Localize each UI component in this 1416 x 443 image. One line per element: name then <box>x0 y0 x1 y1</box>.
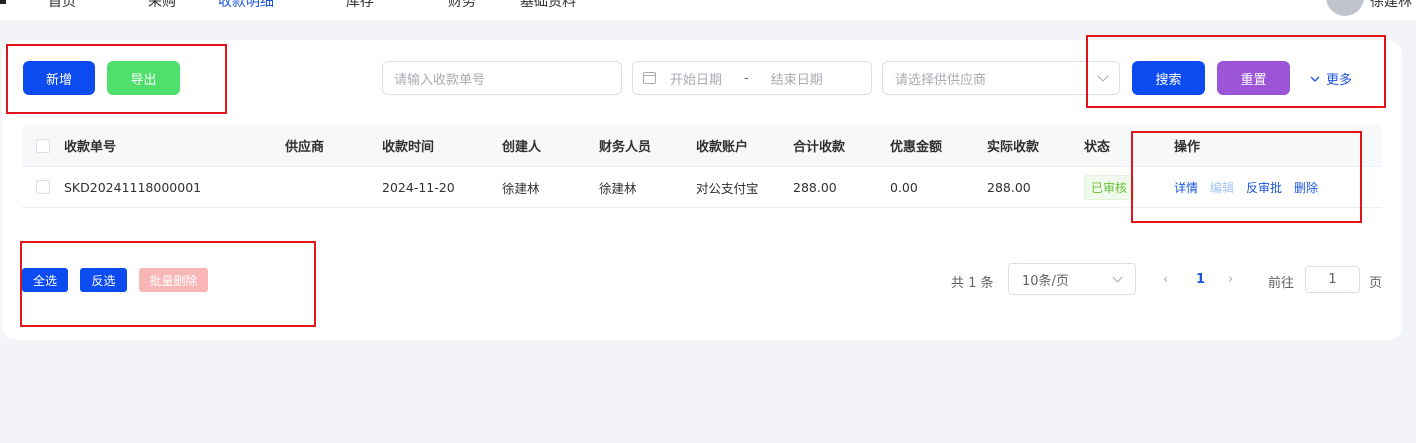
end-date-placeholder[interactable]: 结束日期 <box>771 69 823 88</box>
batch-delete-button[interactable]: 批量删除 <box>139 268 208 292</box>
date-separator: - <box>744 70 749 86</box>
col-supplier: 供应商 <box>285 140 325 155</box>
status-badge: 已审核 <box>1084 174 1135 200</box>
nav-item-basic-data[interactable]: 基础资料 <box>520 0 576 11</box>
nav-item-home[interactable]: 首页 <box>48 0 76 11</box>
search-button[interactable]: 搜索 <box>1132 61 1205 95</box>
cell-finance: 徐建林 <box>599 180 637 196</box>
pagination-total: 共 1 条 <box>951 276 994 291</box>
start-date-placeholder[interactable]: 开始日期 <box>670 69 722 88</box>
col-creator: 创建人 <box>502 140 542 155</box>
nav-item-purchase[interactable]: 采购 <box>148 0 176 11</box>
goto-label: 前往 <box>1268 276 1295 291</box>
avatar[interactable] <box>1326 0 1364 16</box>
cell-time: 2024-11-20 <box>382 179 455 195</box>
goto-unit: 页 <box>1369 276 1383 291</box>
unapprove-link[interactable]: 反审批 <box>1246 179 1282 196</box>
col-account: 收款账户 <box>696 140 749 155</box>
goto-page-input[interactable]: 1 <box>1305 266 1360 293</box>
cell-order-no: SKD20241118000001 <box>64 179 202 195</box>
nav-item-receipts[interactable]: 收款明细 <box>218 0 274 11</box>
reset-button[interactable]: 重置 <box>1217 61 1290 95</box>
col-time: 收款时间 <box>382 140 435 155</box>
chevron-down-icon <box>1112 272 1123 283</box>
page-number-current[interactable]: 1 <box>1196 272 1205 287</box>
menu-toggle-icon[interactable] <box>0 0 6 4</box>
row-actions: 详情 编辑 反审批 删除 <box>1174 167 1330 207</box>
edit-link[interactable]: 编辑 <box>1210 179 1234 196</box>
cell-account: 对公支付宝 <box>696 180 759 196</box>
row-checkbox[interactable] <box>36 180 50 194</box>
calendar-icon <box>643 72 656 84</box>
delete-link[interactable]: 删除 <box>1294 179 1318 196</box>
nav-item-inventory[interactable]: 库存 <box>346 0 374 11</box>
order-number-placeholder: 请输入收款单号 <box>394 72 486 88</box>
chevron-down-icon <box>1310 76 1320 82</box>
more-label: 更多 <box>1326 73 1353 88</box>
cell-actual: 288.00 <box>987 179 1031 195</box>
top-navigation-bar: 首页 采购 收款明细 库存 财务 基础资料 徐建林 <box>0 0 1416 20</box>
col-discount: 优惠金额 <box>890 140 943 155</box>
page-size-value: 10条/页 <box>1022 273 1069 289</box>
col-total: 合计收款 <box>793 140 846 155</box>
col-status: 状态 <box>1084 140 1111 155</box>
table-header: 收款单号 供应商 收款时间 创建人 财务人员 收款账户 合计收款 优惠金额 实际… <box>22 125 1382 167</box>
col-actions: 操作 <box>1174 140 1201 155</box>
detail-link[interactable]: 详情 <box>1174 179 1198 196</box>
more-filters-toggle[interactable]: 更多 <box>1310 69 1352 88</box>
cell-discount: 0.00 <box>890 179 918 195</box>
col-order-no: 收款单号 <box>64 140 117 155</box>
order-number-input[interactable]: 请输入收款单号 <box>382 61 622 95</box>
col-finance: 财务人员 <box>599 140 652 155</box>
export-button[interactable]: 导出 <box>107 61 180 95</box>
page-size-select[interactable]: 10条/页 <box>1008 263 1136 295</box>
select-all-checkbox[interactable] <box>36 138 50 153</box>
supplier-select[interactable]: 请选择供供应商 <box>882 61 1120 95</box>
date-range-picker[interactable]: 开始日期 - 结束日期 <box>632 61 872 95</box>
select-all-button[interactable]: 全选 <box>22 268 68 292</box>
next-page-button[interactable]: › <box>1228 272 1233 287</box>
table-row: SKD20241118000001 2024-11-20 徐建林 徐建林 对公支… <box>22 167 1382 208</box>
cell-creator: 徐建林 <box>502 180 540 196</box>
user-name[interactable]: 徐建林 <box>1370 0 1412 11</box>
supplier-placeholder: 请选择供供应商 <box>895 72 987 88</box>
col-actual: 实际收款 <box>987 140 1040 155</box>
add-button[interactable]: 新增 <box>23 61 95 95</box>
invert-selection-button[interactable]: 反选 <box>80 268 127 292</box>
nav-item-finance[interactable]: 财务 <box>448 0 476 11</box>
cell-total: 288.00 <box>793 179 837 195</box>
prev-page-button[interactable]: ‹ <box>1163 272 1168 287</box>
chevron-down-icon <box>1097 70 1109 82</box>
